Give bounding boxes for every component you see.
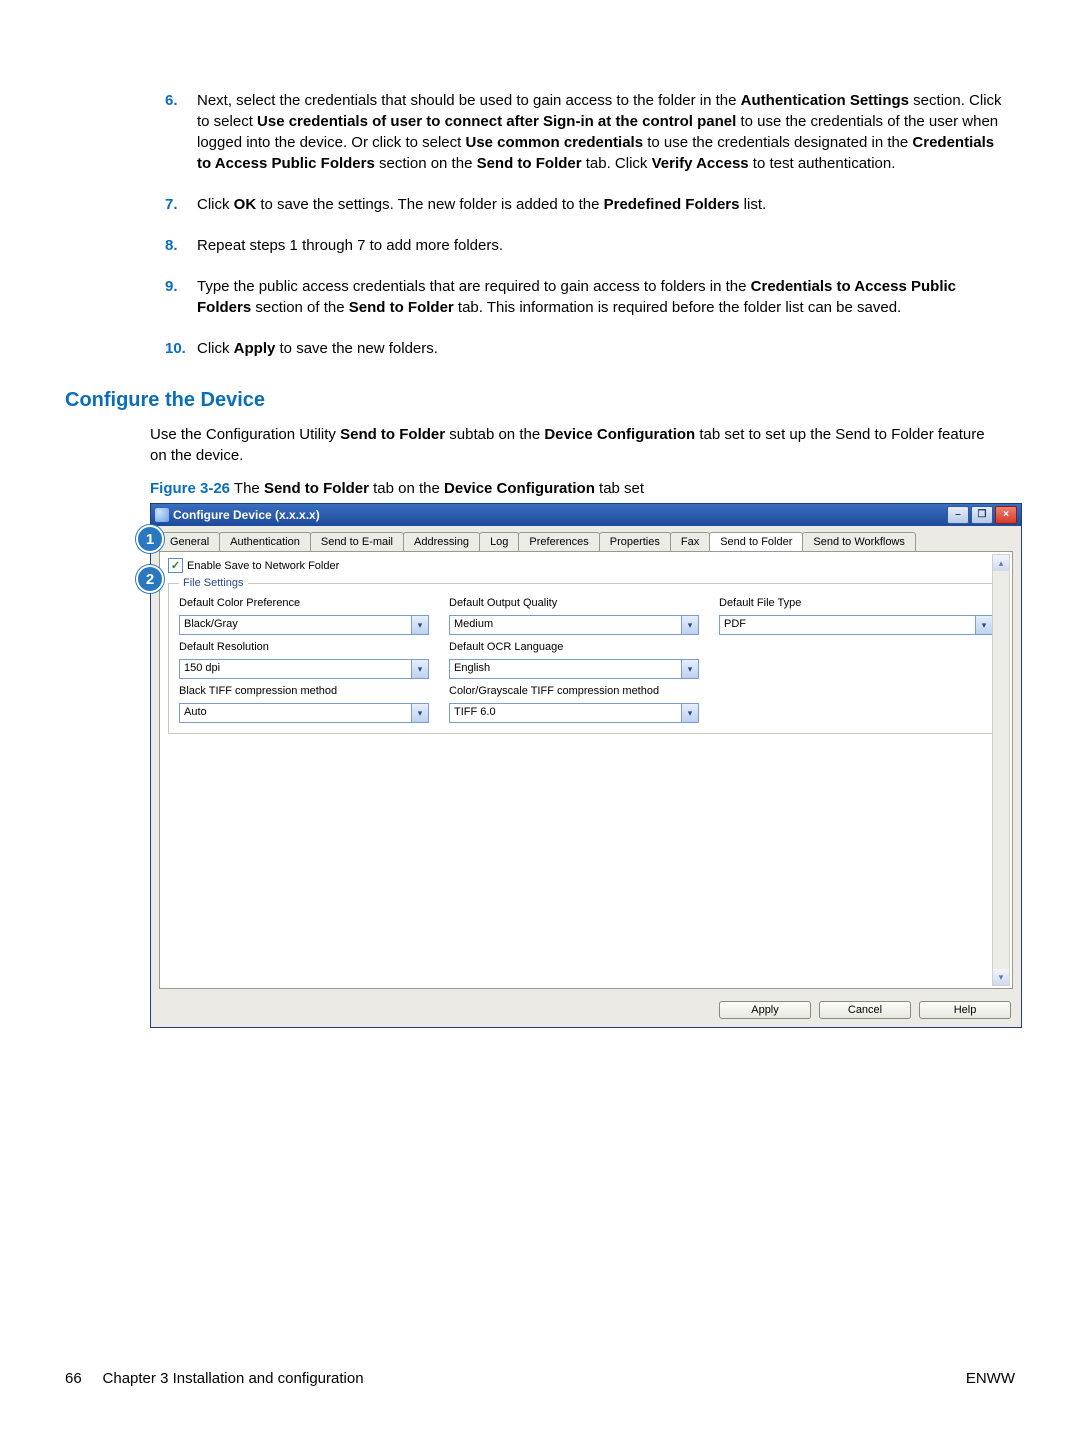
tab-fax[interactable]: Fax [670,532,710,551]
checkbox-icon[interactable]: ✓ [168,558,183,573]
combo-file-type[interactable]: PDF▾ [719,615,993,635]
enable-save-label: Enable Save to Network Folder [187,560,339,572]
combo-color-pref[interactable]: Black/Gray▾ [179,615,429,635]
step-10: 10. Click Apply to save the new folders. [165,338,1005,359]
callout-1: 1 [136,525,164,553]
intro-paragraph: Use the Configuration Utility Send to Fo… [150,424,1005,466]
step-8: 8. Repeat steps 1 through 7 to add more … [165,235,1005,256]
chevron-down-icon[interactable]: ▾ [681,704,698,722]
footer-right: ENWW [966,1370,1015,1387]
dialog-button-bar: Apply Cancel Help [151,995,1021,1027]
label-ocr-language: Default OCR Language [449,641,699,653]
callout-2: 2 [136,565,164,593]
chapter-label: Chapter 3 Installation and configuration [103,1370,364,1387]
step-body: Next, select the credentials that should… [197,90,1005,174]
scroll-up-icon[interactable]: ▴ [993,555,1009,571]
enable-save-row[interactable]: ✓ Enable Save to Network Folder [168,558,1004,573]
step-number: 6. [165,90,197,174]
apply-button[interactable]: Apply [719,1001,811,1019]
tab-general[interactable]: General [159,532,220,551]
step-body: Repeat steps 1 through 7 to add more fol… [197,235,1005,256]
tab-send-to-folder[interactable]: Send to Folder [709,532,803,551]
vertical-scrollbar[interactable]: ▴ ▾ [992,554,1010,986]
minimize-button[interactable]: – [947,506,969,524]
combo-output-quality[interactable]: Medium▾ [449,615,699,635]
maximize-button[interactable]: ❐ [971,506,993,524]
chevron-down-icon[interactable]: ▾ [681,616,698,634]
label-file-type: Default File Type [719,597,993,609]
tab-authentication[interactable]: Authentication [219,532,311,551]
file-settings-fieldset: File Settings Default Color Preference D… [168,577,1004,734]
step-7: 7. Click OK to save the settings. The ne… [165,194,1005,215]
chevron-down-icon[interactable]: ▾ [975,616,992,634]
tab-panel: ✓ Enable Save to Network Folder File Set… [159,551,1013,989]
label-color-tiff: Color/Grayscale TIFF compression method [449,685,699,697]
fieldset-legend: File Settings [179,577,248,589]
tab-send-to-email[interactable]: Send to E-mail [310,532,404,551]
step-number: 9. [165,276,197,318]
tab-preferences[interactable]: Preferences [518,532,599,551]
combo-black-tiff[interactable]: Auto▾ [179,703,429,723]
chevron-down-icon[interactable]: ▾ [411,616,428,634]
step-9: 9. Type the public access credentials th… [165,276,1005,318]
window-titlebar[interactable]: Configure Device (x.x.x.x) – ❐ × [151,504,1021,526]
step-6: 6. Next, select the credentials that sho… [165,90,1005,174]
page-number: 66 [65,1370,82,1387]
close-button[interactable]: × [995,506,1017,524]
step-number: 10. [165,338,197,359]
cancel-button[interactable]: Cancel [819,1001,911,1019]
tab-properties[interactable]: Properties [599,532,671,551]
label-resolution: Default Resolution [179,641,429,653]
tab-strip: General Authentication Send to E-mail Ad… [151,526,1021,551]
step-number: 8. [165,235,197,256]
tab-log[interactable]: Log [479,532,519,551]
figure-wrap: 1 2 Configure Device (x.x.x.x) – ❐ × Gen… [150,503,1015,1028]
tab-send-to-workflows[interactable]: Send to Workflows [802,532,916,551]
chevron-down-icon[interactable]: ▾ [411,660,428,678]
combo-ocr-language[interactable]: English▾ [449,659,699,679]
step-number: 7. [165,194,197,215]
scroll-down-icon[interactable]: ▾ [993,969,1009,985]
combo-resolution[interactable]: 150 dpi▾ [179,659,429,679]
figure-caption: Figure 3-26 The Send to Folder tab on th… [150,480,1015,497]
configure-device-window: Configure Device (x.x.x.x) – ❐ × General… [150,503,1022,1028]
label-output-quality: Default Output Quality [449,597,699,609]
chevron-down-icon[interactable]: ▾ [411,704,428,722]
help-button[interactable]: Help [919,1001,1011,1019]
section-heading: Configure the Device [65,389,1015,412]
combo-color-tiff[interactable]: TIFF 6.0▾ [449,703,699,723]
tab-addressing[interactable]: Addressing [403,532,480,551]
window-title: Configure Device (x.x.x.x) [173,508,947,522]
app-icon [155,508,169,522]
page-footer: 66 Chapter 3 Installation and configurat… [65,1370,1015,1387]
label-black-tiff: Black TIFF compression method [179,685,429,697]
step-body: Type the public access credentials that … [197,276,1005,318]
label-color-pref: Default Color Preference [179,597,429,609]
step-body: Click Apply to save the new folders. [197,338,1005,359]
chevron-down-icon[interactable]: ▾ [681,660,698,678]
step-body: Click OK to save the settings. The new f… [197,194,1005,215]
